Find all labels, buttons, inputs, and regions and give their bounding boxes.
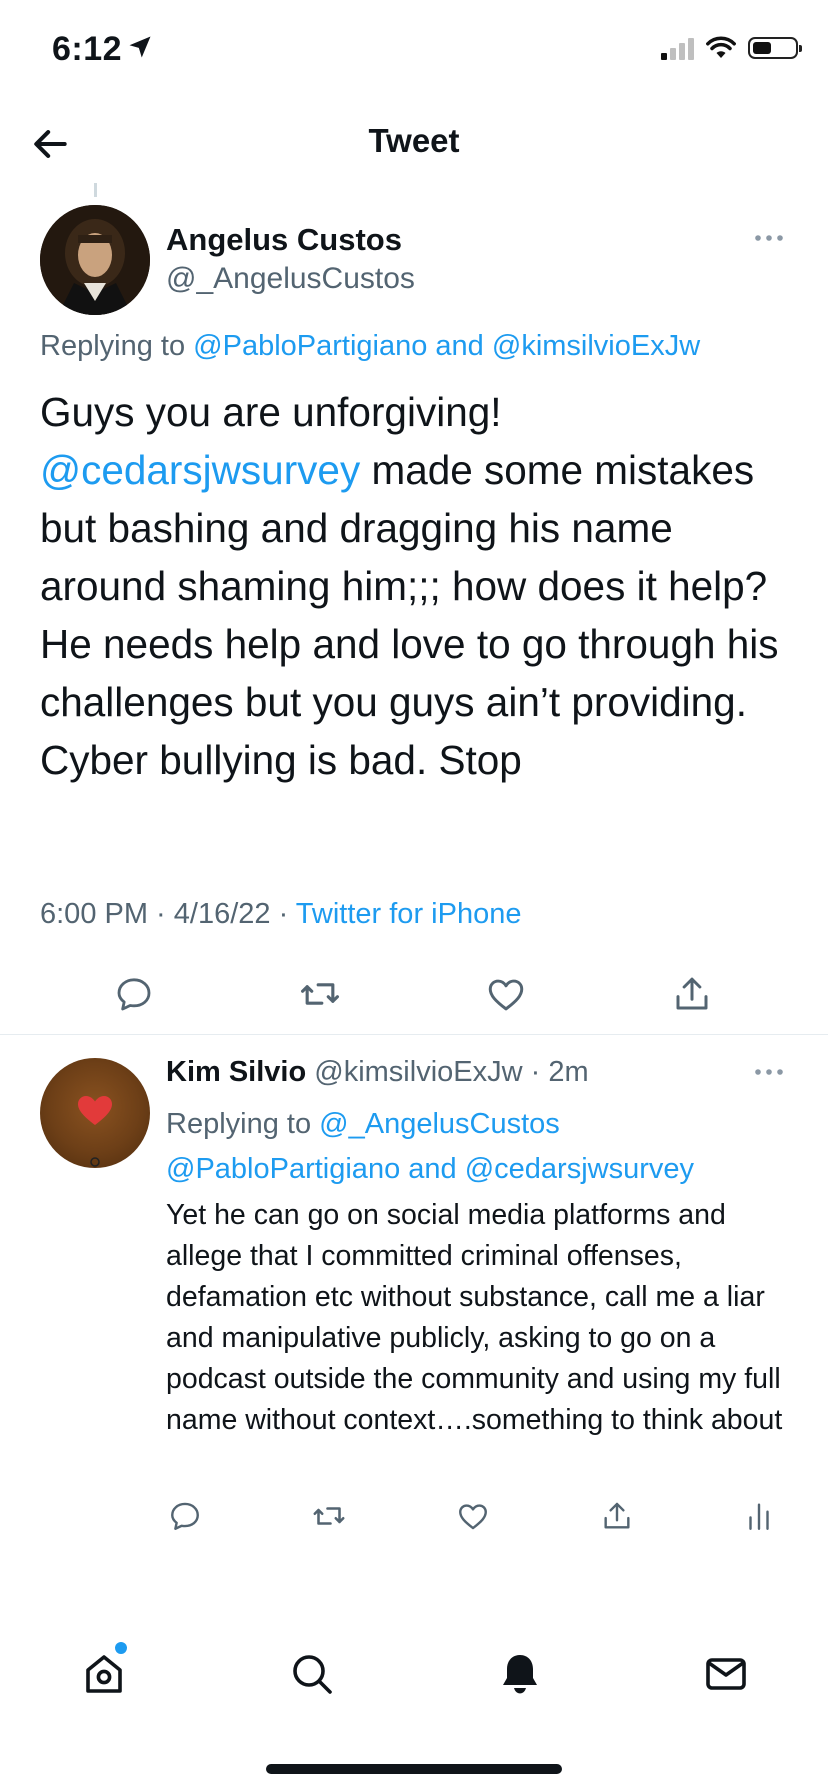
tweet-meta: 6:00 PM · 4/16/22 · Twitter for iPhone [40, 898, 522, 930]
tweet-age: 2m [548, 1056, 589, 1088]
reply-icon [171, 1502, 199, 1530]
tweet-text-lead: Guys you are unforgiving! [40, 389, 502, 435]
replying-and[interactable]: and [435, 330, 483, 362]
heart-icon [459, 1504, 487, 1530]
status-indicators [661, 36, 802, 60]
more-button[interactable] [754, 1064, 784, 1082]
mention-link[interactable]: @cedarsjwsurvey [465, 1153, 694, 1185]
replying-and[interactable]: and [408, 1153, 456, 1185]
mention-link[interactable]: @PabloPartigiano [166, 1153, 400, 1185]
author-name[interactable]: Angelus Custos [166, 222, 402, 258]
more-button[interactable] [754, 230, 784, 248]
tab-notifications[interactable] [496, 1650, 544, 1698]
home-indicator [266, 1764, 562, 1774]
battery-icon [748, 37, 802, 59]
reply-header: Kim Silvio @kimsilvioExJw · 2m [166, 1056, 589, 1088]
more-dots-icon [755, 1069, 783, 1075]
divider [0, 1034, 828, 1035]
tab-home[interactable] [80, 1650, 128, 1698]
tweet-text-rest: made some mistakes but bashing and dragg… [40, 447, 779, 783]
more-dots-icon [755, 235, 783, 241]
retweet-button[interactable] [296, 970, 344, 1018]
mention-link[interactable]: @kimsilvioExJw [492, 330, 700, 362]
reply-button[interactable] [110, 970, 158, 1018]
share-icon [604, 1502, 630, 1529]
mail-icon [706, 1658, 746, 1690]
notification-dot [115, 1642, 127, 1654]
cellular-signal-icon [661, 36, 694, 60]
author-name[interactable]: Kim Silvio [166, 1056, 306, 1088]
share-button[interactable] [668, 970, 716, 1018]
like-button[interactable] [482, 970, 530, 1018]
search-icon [293, 1655, 332, 1694]
tab-messages[interactable] [702, 1650, 750, 1698]
like-button[interactable] [454, 1497, 492, 1535]
analytics-icon [749, 1503, 769, 1530]
retweet-button[interactable] [310, 1497, 348, 1535]
mention-link[interactable]: @cedarsjwsurvey [40, 447, 360, 493]
replying-to: Replying to @PabloPartigiano and @kimsil… [40, 330, 700, 363]
analytics-button[interactable] [740, 1497, 778, 1535]
tab-search[interactable] [288, 1650, 336, 1698]
share-button[interactable] [598, 1497, 636, 1535]
avatar[interactable] [40, 1058, 150, 1168]
status-time: 6:12 [52, 30, 123, 68]
replying-to-label: Replying to [40, 330, 186, 362]
retweet-icon [301, 983, 339, 1005]
replying-to: Replying to @_AngelusCustos @PabloPartig… [166, 1102, 786, 1192]
tweet-text: Guys you are unforgiving! @cedarsjwsurve… [40, 383, 800, 789]
wifi-icon [706, 36, 736, 58]
tweet-time: 6:00 PM [40, 898, 148, 930]
retweet-icon [313, 1507, 345, 1525]
replying-to-label: Replying to [166, 1108, 312, 1140]
tweet-source[interactable]: Twitter for iPhone [296, 898, 522, 930]
reply-icon [117, 978, 151, 1011]
tweet-text: Yet he can go on social media platforms … [166, 1199, 783, 1436]
page-title: Tweet [368, 122, 460, 159]
author-handle[interactable]: @_AngelusCustos [166, 262, 415, 296]
author-handle[interactable]: @kimsilvioExJw [314, 1056, 522, 1088]
thread-connector [94, 183, 97, 197]
bell-icon [503, 1655, 537, 1694]
location-arrow-icon [126, 33, 154, 66]
mention-link[interactable]: @PabloPartigiano [193, 330, 427, 362]
share-icon [676, 977, 708, 1010]
tweet-date: 4/16/22 [173, 898, 271, 930]
home-icon [86, 1655, 122, 1693]
mention-link[interactable]: @_AngelusCustos [319, 1108, 560, 1140]
avatar[interactable] [40, 205, 150, 315]
reply-button[interactable] [166, 1497, 204, 1535]
heart-icon [488, 979, 524, 1011]
